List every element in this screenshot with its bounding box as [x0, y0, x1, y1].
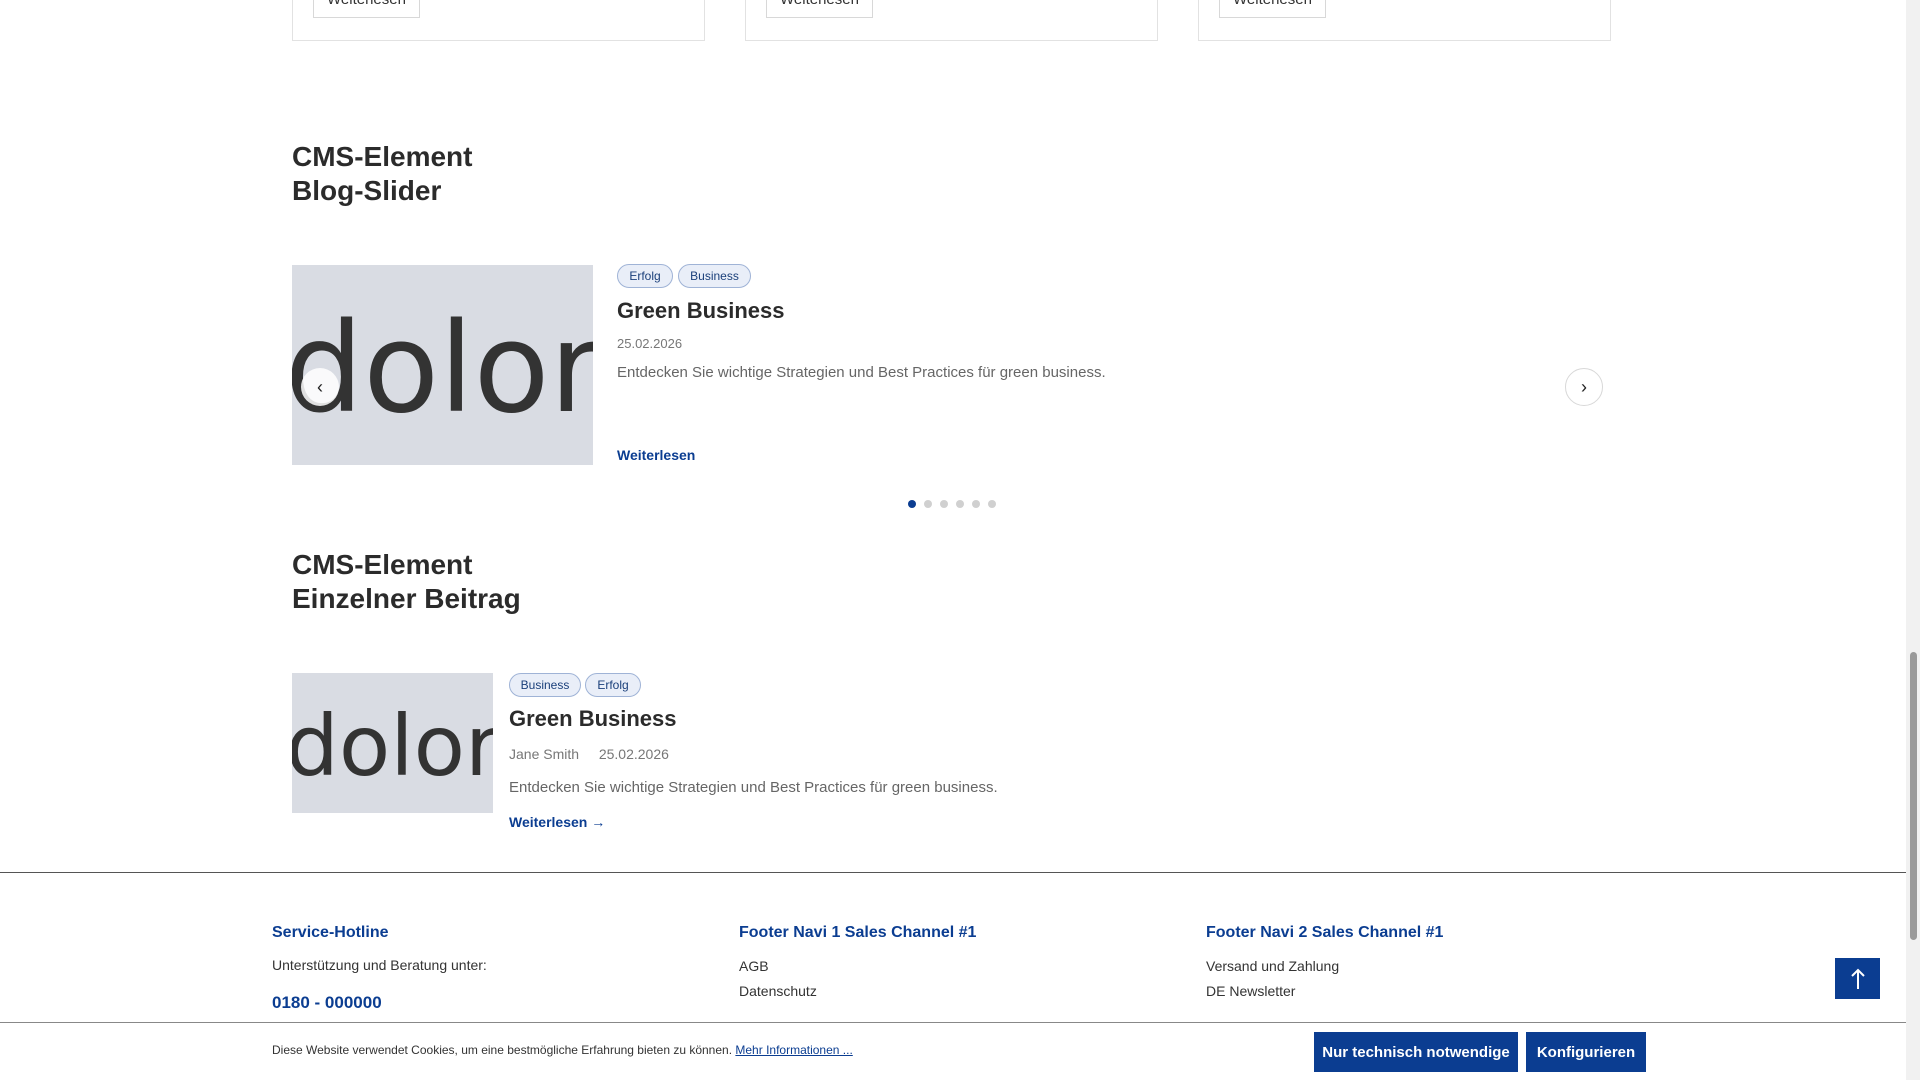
slider-dot[interactable] [956, 500, 964, 508]
cookie-necessary-button[interactable]: Nur technisch notwendige [1314, 1032, 1518, 1072]
image-placeholder-text: dolor [292, 297, 593, 441]
footer-link-newsletter[interactable]: DE Newsletter [1206, 983, 1295, 999]
page-scrollbar[interactable] [1906, 0, 1920, 1080]
section-title-line: Einzelner Beitrag [292, 583, 521, 614]
tag-badge[interactable]: Erfolg [585, 673, 641, 697]
slider-prev-button[interactable]: ‹ [301, 368, 339, 406]
single-read-more-link[interactable]: Weiterlesen → [509, 814, 605, 830]
tag-badge[interactable]: Erfolg [617, 264, 673, 288]
slider-pagination [908, 500, 996, 508]
single-post-image[interactable]: dolor [292, 673, 493, 813]
chevron-right-icon: › [1581, 376, 1587, 397]
chevron-left-icon: ‹ [317, 376, 323, 397]
section-title-single-post: CMS-Element Einzelner Beitrag [292, 548, 521, 616]
read-more-button[interactable]: Weiterlesen [1219, 0, 1326, 18]
slider-dot[interactable] [940, 500, 948, 508]
footer-hotline-text: Unterstützung und Beratung unter: [272, 957, 487, 973]
cookie-configure-button[interactable]: Konfigurieren [1526, 1032, 1646, 1072]
blog-card: Weiterlesen [292, 0, 705, 41]
section-title-blog-slider: CMS-Element Blog-Slider [292, 140, 472, 208]
slider-post-title[interactable]: Green Business [617, 298, 785, 324]
slider-post-excerpt: Entdecken Sie wichtige Strategien und Be… [617, 364, 1106, 381]
blog-card: Weiterlesen [1198, 0, 1611, 41]
single-post-meta: Jane Smith 25.02.2026 [509, 746, 669, 762]
section-title-line: CMS-Element [292, 549, 473, 580]
footer-heading-hotline: Service-Hotline [272, 924, 389, 941]
scrollbar-thumb[interactable] [1910, 652, 1917, 940]
cookie-message: Diese Website verwendet Cookies, um eine… [272, 1043, 733, 1057]
footer-heading-navi2: Footer Navi 2 Sales Channel #1 [1206, 924, 1444, 941]
tag-badge[interactable]: Business [509, 673, 581, 697]
slider-post-image[interactable]: dolor [292, 265, 593, 465]
section-title-line: CMS-Element [292, 141, 473, 172]
slider-post-date: 25.02.2026 [617, 336, 683, 351]
slider-dot[interactable] [924, 500, 932, 508]
footer-divider [0, 872, 1906, 873]
post-date: 25.02.2026 [598, 746, 669, 762]
post-author: Jane Smith [509, 746, 580, 762]
read-more-button[interactable]: Weiterlesen [766, 0, 873, 18]
footer-heading-navi1: Footer Navi 1 Sales Channel #1 [739, 924, 977, 941]
slider-dot[interactable] [972, 500, 980, 508]
image-placeholder-text: dolor [292, 697, 493, 795]
single-post-title[interactable]: Green Business [509, 706, 677, 732]
slider-next-button[interactable]: › [1565, 368, 1603, 406]
cookie-text: Diese Website verwendet Cookies, um eine… [272, 1043, 853, 1057]
scroll-to-top-button[interactable] [1835, 958, 1880, 999]
cookie-bar: Diese Website verwendet Cookies, um eine… [0, 1022, 1906, 1080]
slider-dot[interactable] [988, 500, 996, 508]
footer-link-shipping[interactable]: Versand und Zahlung [1206, 958, 1339, 974]
footer-link-agb[interactable]: AGB [739, 958, 769, 974]
single-post-excerpt: Entdecken Sie wichtige Strategien und Be… [509, 779, 998, 796]
footer-phone-number[interactable]: 0180 - 000000 [272, 993, 382, 1013]
read-more-button[interactable]: Weiterlesen [313, 0, 420, 18]
blog-card: Weiterlesen [745, 0, 1158, 41]
arrow-up-icon [1850, 968, 1865, 989]
section-title-line: Blog-Slider [292, 175, 442, 206]
cookie-more-info-link[interactable]: Mehr Informationen ... [735, 1043, 852, 1057]
tag-badge[interactable]: Business [678, 264, 751, 288]
slider-read-more-link[interactable]: Weiterlesen [617, 447, 695, 463]
slider-dot[interactable] [908, 500, 916, 508]
footer-link-datenschutz[interactable]: Datenschutz [739, 983, 817, 999]
